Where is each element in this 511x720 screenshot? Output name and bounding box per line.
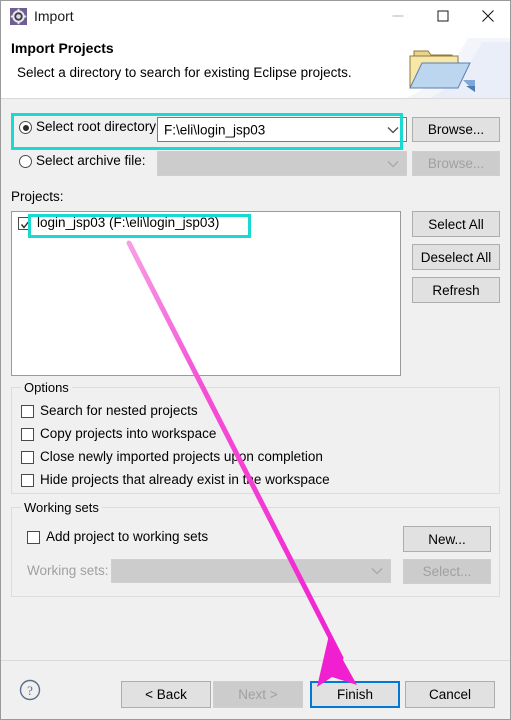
folder-import-icon <box>400 32 510 98</box>
select-working-set-button: Select... <box>403 559 491 584</box>
finish-button[interactable]: Finish <box>310 681 400 708</box>
option-checkbox[interactable] <box>21 451 34 464</box>
working-sets-combo <box>111 559 391 583</box>
eclipse-import-icon <box>10 8 27 25</box>
close-icon[interactable] <box>465 1 510 31</box>
option-label: Search for nested projects <box>40 403 198 418</box>
option-checkbox[interactable] <box>21 474 34 487</box>
options-group-title: Options <box>21 380 72 395</box>
page-title: Import Projects <box>11 40 114 56</box>
projects-list[interactable]: login_jsp03 (F:\eli\login_jsp03) <box>11 211 401 376</box>
maximize-icon[interactable] <box>420 1 465 31</box>
import-projects-dialog: Import Import Projects Select a director… <box>0 0 511 720</box>
archive-file-combo <box>157 151 407 176</box>
back-button[interactable]: < Back <box>121 681 211 708</box>
page-description: Select a directory to search for existin… <box>17 65 352 80</box>
working-sets-group-title: Working sets <box>21 500 102 515</box>
select-archive-file-label: Select archive file: <box>36 153 146 168</box>
dialog-header: Import Projects Select a directory to se… <box>1 32 510 98</box>
chevron-down-icon <box>387 155 399 173</box>
radio-indicator <box>19 121 32 134</box>
option-label: Close newly imported projects upon compl… <box>40 449 323 464</box>
cancel-button[interactable]: Cancel <box>405 681 495 708</box>
option-checkbox[interactable] <box>21 405 34 418</box>
add-to-working-sets-label: Add project to working sets <box>46 529 209 544</box>
help-icon[interactable]: ? <box>19 679 41 706</box>
radio-indicator <box>19 155 32 168</box>
project-checkbox[interactable] <box>18 217 31 230</box>
browse-root-directory-button[interactable]: Browse... <box>412 117 500 142</box>
option-checkbox[interactable] <box>21 428 34 441</box>
window-title: Import <box>34 8 74 24</box>
dialog-footer: ? < Back Next > Finish Cancel <box>1 660 510 719</box>
projects-label: Projects: <box>11 189 64 204</box>
refresh-button[interactable]: Refresh <box>412 277 500 303</box>
chevron-down-icon <box>387 121 399 139</box>
chevron-down-icon <box>371 562 383 580</box>
browse-archive-file-button: Browse... <box>412 151 500 176</box>
deselect-all-button[interactable]: Deselect All <box>412 244 500 270</box>
root-directory-value: F:\eli\login_jsp03 <box>164 122 266 137</box>
select-root-directory-label: Select root directory: <box>36 119 160 134</box>
minimize-icon[interactable] <box>375 1 420 31</box>
svg-text:?: ? <box>27 683 33 698</box>
option-label: Copy projects into workspace <box>40 426 217 441</box>
dialog-body: Select root directory: F:\eli\login_jsp0… <box>1 99 510 660</box>
title-bar: Import <box>1 1 510 32</box>
option-label: Hide projects that already exist in the … <box>40 472 330 487</box>
root-directory-combo[interactable]: F:\eli\login_jsp03 <box>157 117 407 142</box>
next-button: Next > <box>213 681 303 708</box>
new-working-set-button[interactable]: New... <box>403 526 491 552</box>
working-sets-label: Working sets: <box>27 563 109 578</box>
select-all-button[interactable]: Select All <box>412 211 500 237</box>
add-to-working-sets-checkbox[interactable] <box>27 531 40 544</box>
project-item-label: login_jsp03 (F:\eli\login_jsp03) <box>37 215 220 230</box>
